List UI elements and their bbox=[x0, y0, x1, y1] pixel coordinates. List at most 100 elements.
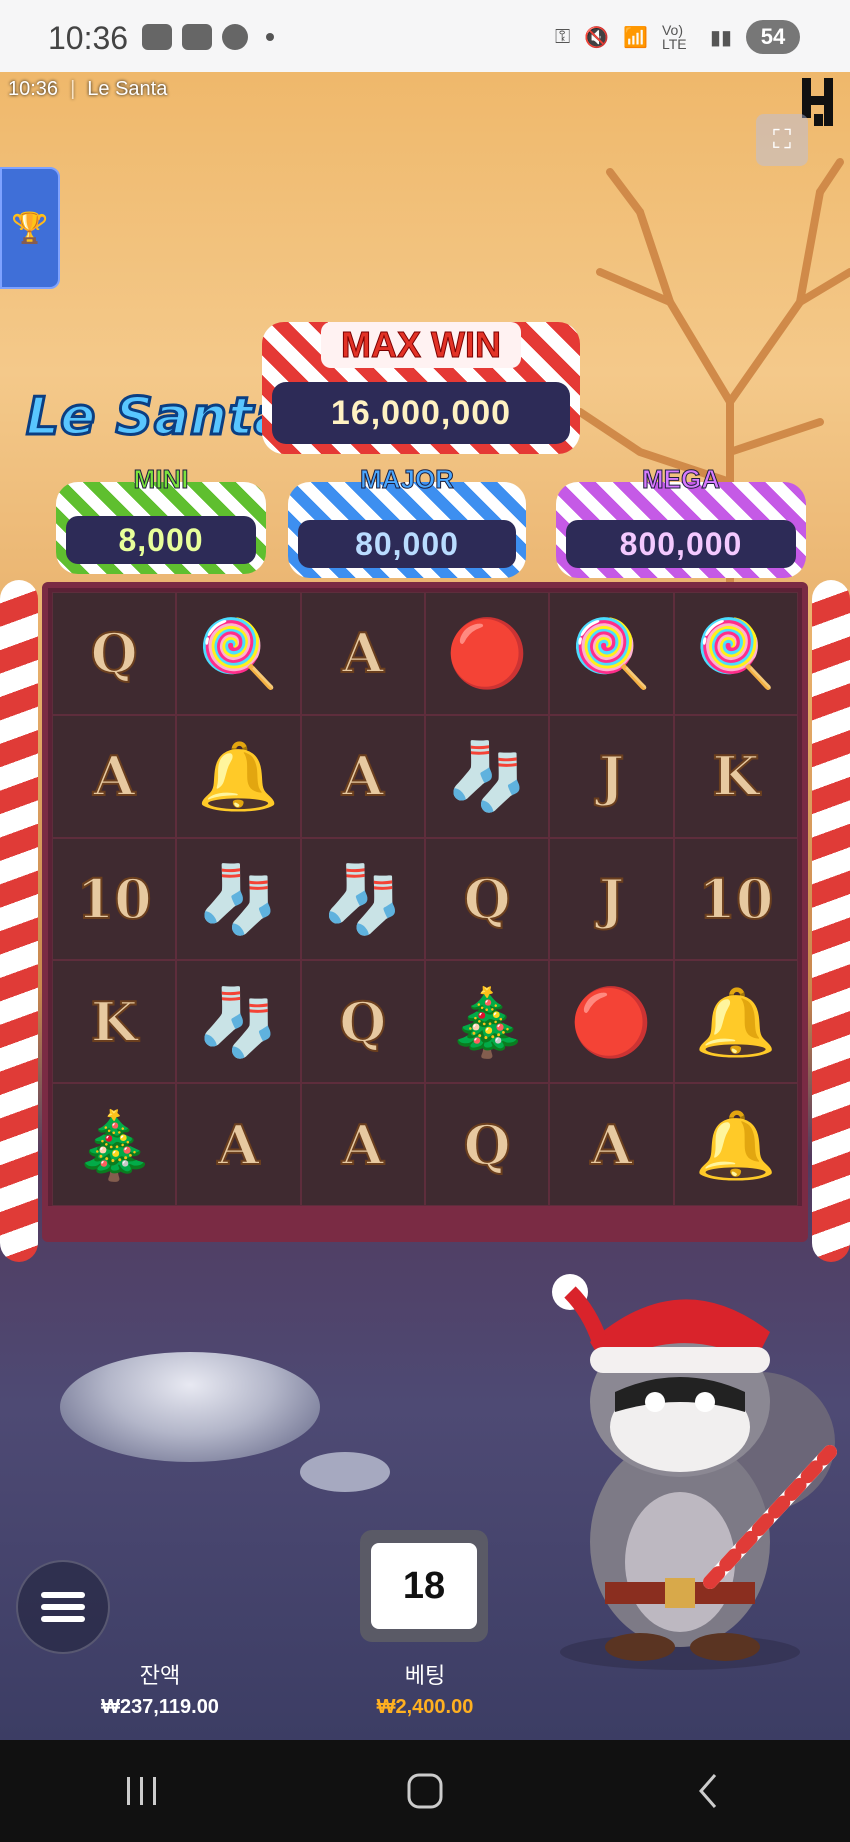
reel-cell: 🎄 bbox=[52, 1083, 177, 1206]
ornament-symbol-icon: 🔴 bbox=[446, 616, 529, 691]
reel-cell: A bbox=[300, 714, 425, 838]
fullscreen-button[interactable]: ⛶ bbox=[756, 114, 808, 166]
mini-label: MINI bbox=[133, 464, 189, 495]
recent-apps-button[interactable] bbox=[102, 1761, 182, 1821]
system-icons: ⚿ 🔇 📶 Vo) LTE ▮▮ 54 bbox=[555, 20, 800, 54]
menu-line bbox=[41, 1616, 85, 1622]
reel-frame: Q 🍭 A 🔴 🍭 🍭 A 🔔 A 🧦 J K 10 🧦 🧦 Q J 10 K 🧦 Q 🎄 🔴 🔔 🎄 A A Q A 🔔 bbox=[42, 582, 808, 1242]
bet-display[interactable]: 베팅 ₩2,400.00 bbox=[330, 1658, 520, 1719]
game-logo-text: Le Santa bbox=[24, 386, 291, 449]
major-value: 80,000 bbox=[298, 520, 516, 568]
card-symbol: Q bbox=[338, 989, 387, 1055]
card-symbol: J bbox=[598, 866, 626, 932]
status-bar: 10:36 ⚿ 🔇 📶 Vo) LTE ▮▮ 54 bbox=[0, 0, 850, 72]
back-icon bbox=[699, 1774, 717, 1808]
reel-cell: 🍭 bbox=[549, 592, 674, 715]
dot-icon bbox=[266, 33, 274, 41]
reel-cell: K bbox=[673, 714, 798, 838]
tree-symbol-icon: 🎄 bbox=[446, 984, 529, 1059]
reel-cell: A bbox=[300, 1083, 425, 1206]
reel-cell: 🔴 bbox=[549, 960, 674, 1084]
reel-cell: Q bbox=[52, 592, 177, 715]
wifi-icon: 📶 bbox=[623, 26, 648, 49]
menu-button[interactable] bbox=[16, 1560, 110, 1654]
trophy-icon: 🏆 bbox=[11, 211, 49, 245]
card-symbol: Q bbox=[463, 866, 512, 932]
small-rock bbox=[300, 1452, 390, 1492]
mini-value: 8,000 bbox=[66, 516, 256, 564]
spin-button-frame: 18 bbox=[360, 1530, 488, 1642]
notification-icons bbox=[142, 24, 274, 50]
stocking-symbol-icon: 🧦 bbox=[321, 861, 404, 936]
max-win-jackpot: MAX WIN 16,000,000 bbox=[262, 322, 580, 454]
card-symbol: A bbox=[590, 1112, 634, 1178]
card-symbol: A bbox=[341, 1112, 385, 1178]
tree-symbol-icon: 🎄 bbox=[73, 1107, 156, 1182]
balance-label: 잔액 bbox=[139, 1664, 181, 1689]
mega-jackpot: MEGA 800,000 bbox=[556, 464, 806, 578]
reel-cell: 🧦 bbox=[176, 960, 301, 1084]
max-win-value: 16,000,000 bbox=[272, 382, 570, 444]
ornament-symbol-icon: 🔴 bbox=[570, 984, 653, 1059]
bet-label: 베팅 bbox=[404, 1664, 446, 1689]
card-symbol: K bbox=[90, 989, 139, 1055]
reel-cell: 🎄 bbox=[425, 960, 550, 1084]
stocking-symbol-icon: 🧦 bbox=[197, 861, 280, 936]
screenshot-icon bbox=[182, 24, 212, 50]
reel-cell: 🔴 bbox=[425, 592, 550, 715]
card-symbol: J bbox=[598, 743, 626, 809]
game-viewport[interactable]: 10:36|Le Santa ⛶ 🏆 Le SantaTM MAX WIN 16… bbox=[0, 72, 850, 1740]
card-symbol: Q bbox=[90, 620, 139, 686]
reel-cell: J bbox=[549, 837, 674, 961]
mute-icon: 🔇 bbox=[584, 26, 610, 49]
battery-icon: 54 bbox=[746, 20, 800, 54]
game-hud: 10:36 | Le Santa bbox=[8, 78, 168, 100]
home-button[interactable] bbox=[385, 1761, 465, 1821]
reel-cell: Q bbox=[425, 837, 550, 961]
bell-symbol-icon: 🔔 bbox=[694, 1107, 777, 1182]
menu-line bbox=[41, 1604, 85, 1610]
reel-cell: 🧦 bbox=[176, 837, 301, 961]
candy-cane-symbol-icon: 🍭 bbox=[197, 616, 280, 691]
key-icon: ⚿ bbox=[554, 25, 571, 48]
candy-cane-pole-left bbox=[0, 580, 38, 1262]
candy-cane-symbol-icon: 🍭 bbox=[694, 616, 777, 691]
tournament-tab[interactable]: 🏆 bbox=[0, 167, 60, 289]
recent-apps-icon bbox=[126, 1777, 156, 1805]
stocking-symbol-icon: 🧦 bbox=[197, 984, 280, 1059]
reel-cell: 🍭 bbox=[176, 592, 301, 715]
hud-time: 10:36 bbox=[8, 78, 59, 100]
home-icon bbox=[407, 1773, 443, 1809]
reel-base bbox=[48, 1206, 802, 1236]
reel-cell: 🔔 bbox=[673, 960, 798, 1084]
reel-cell: 🔔 bbox=[673, 1083, 798, 1206]
card-symbol: 10 bbox=[697, 866, 774, 932]
reel-cell: 🧦 bbox=[300, 837, 425, 961]
card-symbol: A bbox=[341, 743, 385, 809]
card-symbol: A bbox=[341, 620, 385, 686]
spin-button[interactable]: 18 bbox=[371, 1543, 477, 1629]
reel-cell: 🧦 bbox=[425, 714, 550, 838]
reel-cell: A bbox=[176, 1083, 301, 1206]
card-symbol: K bbox=[711, 743, 760, 809]
mega-value: 800,000 bbox=[566, 520, 796, 568]
navigation-bar bbox=[0, 1740, 850, 1842]
mega-label: MEGA bbox=[642, 464, 721, 495]
bell-symbol-icon: 🔔 bbox=[197, 739, 280, 814]
candy-cane-symbol-icon: 🍭 bbox=[570, 616, 653, 691]
reel-cell: J bbox=[549, 714, 674, 838]
back-button[interactable] bbox=[668, 1761, 748, 1821]
card-symbol: 10 bbox=[76, 866, 153, 932]
reel-cell: Q bbox=[425, 1083, 550, 1206]
screen: 10:36 ⚿ 🔇 📶 Vo) LTE ▮▮ 54 10:36 | Le San… bbox=[0, 0, 850, 1842]
major-label: MAJOR bbox=[360, 464, 455, 495]
raccoon-santa-character bbox=[552, 1274, 837, 1670]
bet-value: ₩2,400.00 bbox=[376, 1696, 474, 1718]
reel-cell: A bbox=[52, 714, 177, 838]
snow-rock bbox=[60, 1352, 320, 1462]
card-symbol: A bbox=[92, 743, 136, 809]
max-win-label: MAX WIN bbox=[321, 322, 521, 368]
reel-cell: Q bbox=[300, 960, 425, 1084]
reel-cell: 10 bbox=[673, 837, 798, 961]
reel-cell: A bbox=[300, 592, 425, 715]
